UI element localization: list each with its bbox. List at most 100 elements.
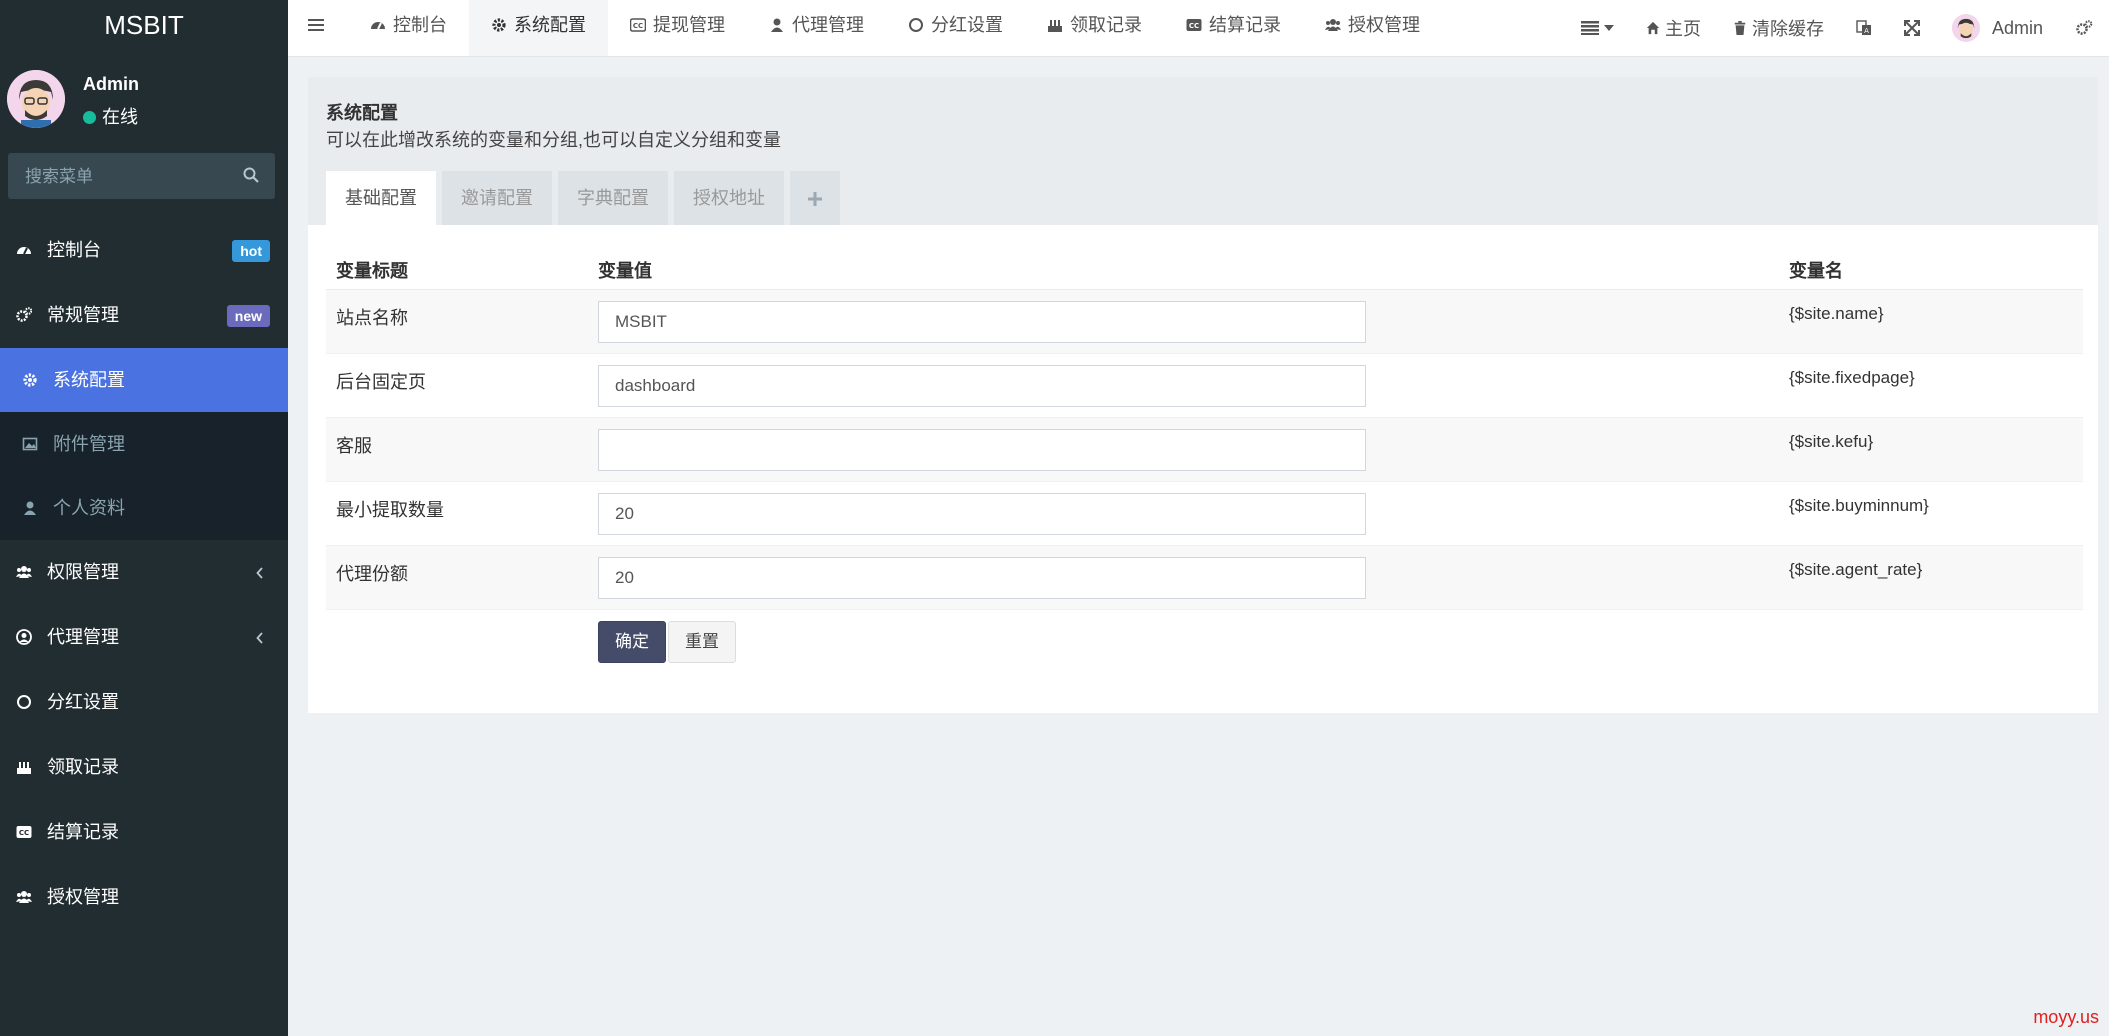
row-title: 最小提取数量 — [336, 500, 444, 520]
control-sidebar-toggle[interactable] — [2059, 20, 2109, 36]
svg-text:CC: CC — [19, 829, 29, 837]
tab-dictionary-config[interactable]: 字典配置 — [558, 171, 668, 225]
expand-icon — [1903, 20, 1920, 36]
cc-icon: CC — [16, 826, 32, 838]
tab-label: 控制台 — [393, 15, 447, 35]
sidebar-item-dashboard[interactable]: 控制台 hot — [0, 218, 288, 283]
search-icon[interactable] — [243, 167, 259, 188]
sidebar-item-dividend[interactable]: 分红设置 — [0, 670, 288, 735]
row-variable: {$site.fixedpage} — [1789, 368, 1915, 387]
navbar-right: 主页 清除缓存 A Admin — [1565, 0, 2109, 56]
users-icon — [16, 566, 32, 578]
tab-withdrawals[interactable]: CC 提现管理 — [608, 0, 747, 56]
translate-icon: A — [1856, 20, 1871, 35]
search-input[interactable] — [8, 153, 227, 201]
page-description: 可以在此增改系统的变量和分组,也可以自定义分组和变量 — [326, 130, 781, 150]
tab-agents[interactable]: 代理管理 — [747, 0, 886, 56]
clear-cache-label: 清除缓存 — [1751, 19, 1824, 39]
tab-authorization[interactable]: 授权管理 — [1303, 0, 1442, 56]
submit-button[interactable]: 确定 — [598, 621, 666, 663]
form-actions: 确定 重置 — [326, 610, 2083, 676]
agent-rate-input[interactable] — [598, 557, 1366, 599]
tab-settlement-records[interactable]: CC 结算记录 — [1164, 0, 1303, 56]
config-panel: 系统配置 可以在此增改系统的变量和分组,也可以自定义分组和变量 基础配置 邀请配… — [308, 77, 2098, 713]
user-avatar-small — [1951, 14, 1980, 42]
caret-down-icon — [1603, 25, 1614, 31]
sidebar-item-label: 领取记录 — [47, 757, 120, 777]
chevron-left-icon — [256, 632, 263, 644]
user-status: 在线 — [83, 103, 138, 129]
app-logo[interactable]: MSBIT — [0, 0, 288, 50]
sidebar-item-agents[interactable]: 代理管理 — [0, 605, 288, 670]
site-name-input[interactable] — [598, 301, 1366, 343]
sidebar-item-label: 代理管理 — [47, 627, 120, 647]
tab-auth-address[interactable]: 授权地址 — [674, 171, 784, 225]
sidebar-item-label: 权限管理 — [47, 562, 120, 582]
tab-label: 结算记录 — [1209, 15, 1281, 35]
sidebar-item-label: 结算记录 — [47, 822, 120, 842]
fullscreen-button[interactable] — [1888, 20, 1936, 36]
cc-icon: CC — [630, 18, 646, 32]
sidebar-item-label: 系统配置 — [53, 370, 126, 390]
hot-badge: hot — [232, 240, 270, 262]
table-row: 代理份额 {$site.agent_rate} — [326, 546, 2083, 610]
sidebar-item-profile[interactable]: 个人资料 — [0, 476, 288, 540]
home-link[interactable]: 主页 — [1630, 15, 1717, 41]
sidebar-item-permissions[interactable]: 权限管理 — [0, 540, 288, 605]
row-variable: {$site.name} — [1789, 304, 1884, 323]
users-icon — [1325, 19, 1341, 31]
watermark: moyy.us — [2033, 1007, 2099, 1027]
tab-invite-config[interactable]: 邀请配置 — [442, 171, 552, 225]
sidebar: MSBIT Admin 在线 控制台 hot 常规管理 new — [0, 0, 288, 1036]
sidebar-item-label: 控制台 — [47, 240, 102, 260]
tab-dashboard[interactable]: 控制台 — [348, 0, 469, 56]
tab-claim-records[interactable]: 领取记录 — [1025, 0, 1164, 56]
row-title: 客服 — [336, 436, 372, 456]
tab-system-config[interactable]: 系统配置 — [469, 0, 608, 56]
row-variable: {$site.agent_rate} — [1789, 560, 1923, 579]
customer-service-input[interactable] — [598, 429, 1366, 471]
user-icon — [24, 501, 36, 515]
sidebar-menu: 控制台 hot 常规管理 new 系统配置 附件管理 个人资料 权限管理 代理管… — [0, 218, 288, 930]
tab-basic-config[interactable]: 基础配置 — [326, 171, 436, 225]
row-title: 站点名称 — [336, 308, 408, 328]
trash-icon — [1734, 21, 1746, 35]
menu-toggle-icon[interactable] — [308, 18, 324, 37]
tabs-list-dropdown[interactable] — [1565, 21, 1630, 35]
svg-text:CC: CC — [1189, 22, 1199, 30]
row-variable: {$site.buyminnum} — [1789, 496, 1929, 515]
sidebar-item-attachments[interactable]: 附件管理 — [0, 412, 288, 476]
sidebar-item-authorization[interactable]: 授权管理 — [0, 865, 288, 930]
page-title: 系统配置 — [326, 103, 398, 123]
sidebar-submenu: 系统配置 附件管理 个人资料 — [0, 348, 288, 540]
table-header: 变量标题 变量值 变量名 — [326, 245, 2083, 290]
clear-cache-button[interactable]: 清除缓存 — [1717, 15, 1840, 41]
tab-label: 领取记录 — [1070, 15, 1142, 35]
home-icon — [1646, 21, 1660, 35]
fixed-page-input[interactable] — [598, 365, 1366, 407]
dashboard-icon — [17, 247, 31, 255]
min-withdraw-input[interactable] — [598, 493, 1366, 535]
tab-label: 授权管理 — [1348, 15, 1420, 35]
sidebar-item-general[interactable]: 常规管理 new — [0, 283, 288, 348]
plus-icon — [808, 192, 822, 206]
header-title: 变量标题 — [336, 261, 408, 281]
home-label: 主页 — [1664, 19, 1701, 39]
sidebar-item-settlement-records[interactable]: CC 结算记录 — [0, 800, 288, 865]
language-button[interactable]: A — [1840, 20, 1888, 36]
panel-heading: 系统配置 可以在此增改系统的变量和分组,也可以自定义分组和变量 基础配置 邀请配… — [308, 77, 2098, 225]
row-title: 后台固定页 — [336, 372, 426, 392]
user-menu[interactable]: Admin — [1936, 14, 2059, 42]
sidebar-item-label: 分红设置 — [47, 692, 120, 712]
svg-text:A: A — [1864, 27, 1869, 35]
add-tab-button[interactable] — [790, 171, 840, 225]
sidebar-item-claim-records[interactable]: 领取记录 — [0, 735, 288, 800]
gear-icon — [492, 18, 506, 32]
tab-dividend[interactable]: 分红设置 — [886, 0, 1025, 56]
page-tabs: 控制台 系统配置 CC 提现管理 代理管理 分红设置 领取记录 CC 结算记录 授权… — [348, 0, 1442, 56]
reset-button[interactable]: 重置 — [668, 621, 736, 663]
birthday-cake-icon — [1048, 20, 1062, 32]
user-menu-name: Admin — [1991, 17, 2043, 38]
sidebar-item-label: 个人资料 — [53, 498, 126, 518]
sidebar-item-system-config[interactable]: 系统配置 — [0, 348, 288, 412]
